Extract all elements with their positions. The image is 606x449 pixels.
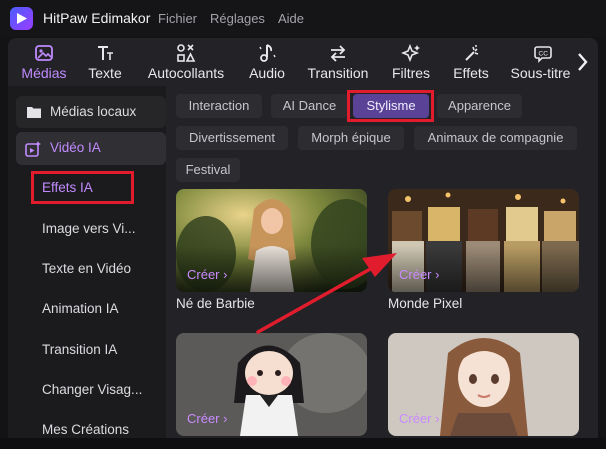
transition-icon	[330, 45, 346, 62]
sidebar-item-effets-ia[interactable]: Effets IA	[42, 180, 93, 195]
sidebar: Médias locaux Vidéo IA Effets IA Image v…	[8, 86, 166, 438]
app-logo-icon	[10, 7, 33, 30]
category-ai-dance[interactable]: AI Dance	[271, 94, 348, 118]
folder-icon	[27, 107, 41, 118]
menu-aide[interactable]: Aide	[278, 11, 304, 26]
menu-fichier[interactable]: Fichier	[158, 11, 197, 26]
tab-medias[interactable]: Médias	[12, 38, 76, 86]
sidebar-item-image-vers-video[interactable]: Image vers Vi...	[42, 221, 136, 236]
sidebar-item-animation-ia[interactable]: Animation IA	[42, 301, 119, 316]
effect-card-monde-pixel[interactable]: Créer ›	[388, 189, 579, 292]
tab-audio[interactable]: Audio	[242, 38, 292, 86]
tab-filtres[interactable]: Filtres	[388, 38, 434, 86]
audio-icon	[259, 44, 276, 62]
sidebar-item-changer-visage[interactable]: Changer Visag...	[42, 382, 142, 397]
sidebar-item-video-ia[interactable]: Vidéo IA	[16, 132, 166, 165]
bottom-strip	[0, 438, 606, 449]
sidebar-item-mes-creations[interactable]: Mes Créations	[42, 422, 129, 437]
tab-transition-label: Transition	[307, 65, 369, 81]
create-button[interactable]: Créer ›	[187, 411, 227, 426]
sidebar-item-transition-ia[interactable]: Transition IA	[42, 342, 117, 357]
tab-effets-label: Effets	[453, 65, 489, 81]
category-divertissement[interactable]: Divertissement	[176, 126, 288, 150]
main-toolbar: Médias Texte Autocollants Audio Transiti…	[8, 38, 598, 86]
tab-effets[interactable]: Effets	[446, 38, 496, 86]
menu-reglages[interactable]: Réglages	[210, 11, 265, 26]
create-button[interactable]: Créer ›	[399, 267, 439, 282]
effect-title: Monde Pixel	[388, 296, 463, 311]
subtitles-icon: CC	[534, 46, 552, 63]
sidebar-item-texte-en-video[interactable]: Texte en Vidéo	[42, 261, 131, 276]
ai-video-icon	[25, 141, 41, 157]
create-button[interactable]: Créer ›	[399, 411, 439, 426]
effect-card-ne-de-barbie[interactable]: Créer ›	[176, 189, 367, 292]
tab-audio-label: Audio	[249, 65, 285, 81]
tab-transition[interactable]: Transition	[302, 38, 374, 86]
chevron-right-icon	[578, 53, 588, 71]
title-bar: HitPaw Edimakor Fichier Réglages Aide	[0, 0, 606, 37]
text-icon	[98, 46, 113, 60]
sidebar-item-label: Médias locaux	[50, 104, 137, 119]
create-button[interactable]: Créer ›	[187, 267, 227, 282]
effect-card-3[interactable]: Créer ›	[176, 333, 367, 436]
tab-filtres-label: Filtres	[391, 65, 431, 81]
sidebar-item-label: Vidéo IA	[50, 140, 101, 155]
effects-icon	[465, 45, 479, 61]
toolbar-next-button[interactable]	[570, 38, 594, 86]
tab-autocollants-label: Autocollants	[147, 65, 225, 81]
tab-medias-label: Médias	[21, 65, 67, 81]
effects-panel: Interaction AI Dance Stylisme Apparence …	[166, 86, 598, 438]
tab-texte-label: Texte	[88, 65, 122, 81]
filters-icon	[401, 43, 420, 63]
sidebar-item-medias-locaux[interactable]: Médias locaux	[16, 96, 166, 128]
svg-text:CC: CC	[539, 51, 549, 58]
tab-autocollants[interactable]: Autocollants	[138, 38, 234, 86]
effect-card-4[interactable]: Créer ›	[388, 333, 579, 436]
effect-title: Né de Barbie	[176, 296, 255, 311]
category-animaux-de-compagnie[interactable]: Animaux de compagnie	[414, 126, 577, 150]
category-morph-epique[interactable]: Morph épique	[298, 126, 404, 150]
media-icon	[35, 45, 53, 61]
category-interaction[interactable]: Interaction	[176, 94, 262, 118]
category-stylisme[interactable]: Stylisme	[353, 94, 429, 118]
stickers-icon	[177, 44, 196, 62]
category-festival[interactable]: Festival	[176, 158, 240, 182]
tab-texte[interactable]: Texte	[80, 38, 130, 86]
category-apparence[interactable]: Apparence	[437, 94, 522, 118]
app-title: HitPaw Edimakor	[43, 10, 151, 26]
